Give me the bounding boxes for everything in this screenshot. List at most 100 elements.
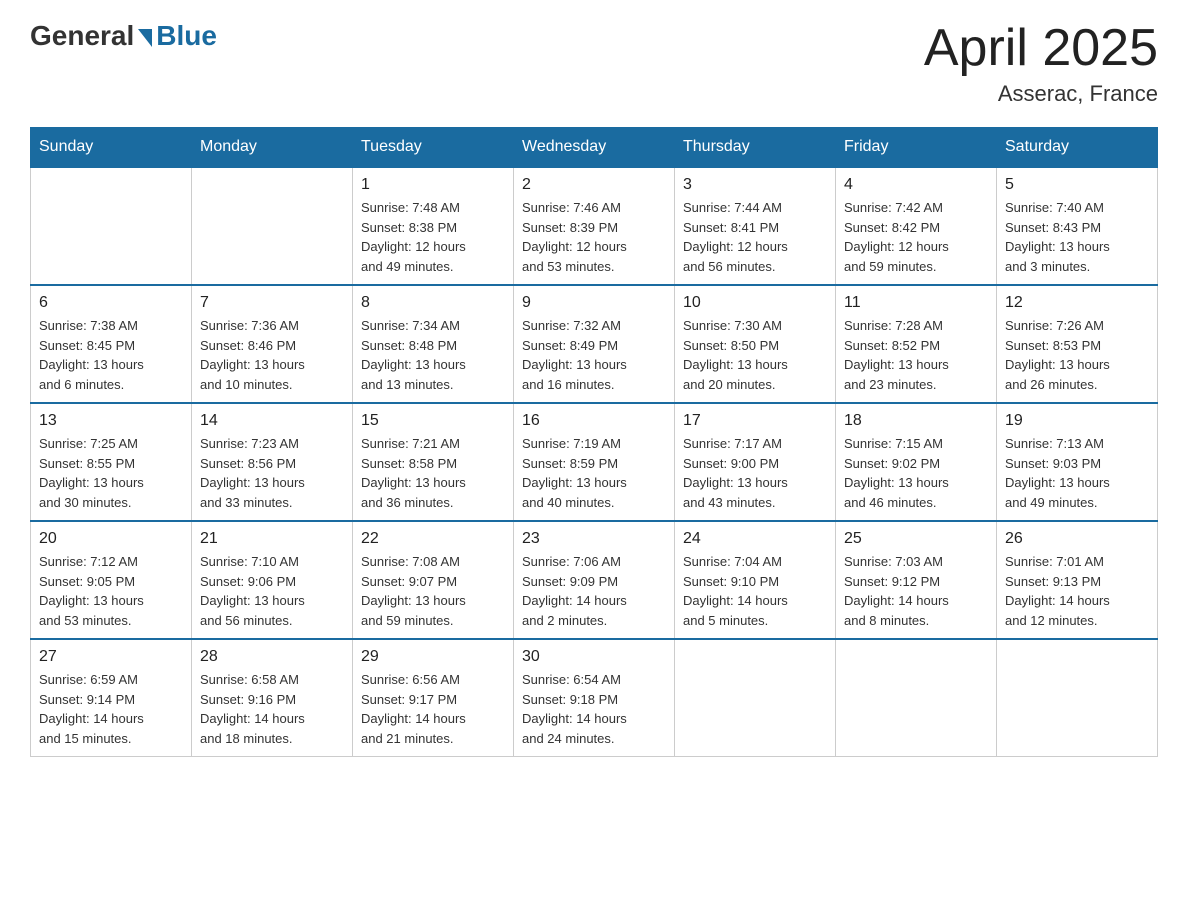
day-info: Sunrise: 7:48 AM Sunset: 8:38 PM Dayligh…	[361, 198, 505, 276]
day-info: Sunrise: 7:01 AM Sunset: 9:13 PM Dayligh…	[1005, 552, 1149, 630]
day-info: Sunrise: 7:15 AM Sunset: 9:02 PM Dayligh…	[844, 434, 988, 512]
table-row: 22 Sunrise: 7:08 AM Sunset: 9:07 PM Dayli…	[353, 521, 514, 639]
day-number: 21	[200, 530, 344, 548]
day-info: Sunrise: 7:06 AM Sunset: 9:09 PM Dayligh…	[522, 552, 666, 630]
table-row: 27Sunrise: 6:59 AM Sunset: 9:14 PM Dayli…	[31, 639, 192, 757]
day-info: Sunrise: 6:59 AM Sunset: 9:14 PM Dayligh…	[39, 670, 183, 748]
day-number: 19	[1005, 412, 1149, 430]
page-header: General Blue April 2025 Asserac, France	[30, 20, 1158, 107]
table-row: 19 Sunrise: 7:13 AM Sunset: 9:03 PM Dayli…	[997, 403, 1158, 521]
day-number: 9	[522, 294, 666, 312]
day-info: Sunrise: 7:40 AM Sunset: 8:43 PM Dayligh…	[1005, 198, 1149, 276]
day-number: 14	[200, 412, 344, 430]
day-number: 30	[522, 648, 666, 666]
day-info: Sunrise: 7:28 AM Sunset: 8:52 PM Dayligh…	[844, 316, 988, 394]
table-row: 8Sunrise: 7:34 AM Sunset: 8:48 PM Daylig…	[353, 285, 514, 403]
day-number: 18	[844, 412, 988, 430]
calendar-header-row: Sunday Monday Tuesday Wednesday Thursday…	[31, 128, 1158, 168]
day-number: 7	[200, 294, 344, 312]
day-info: Sunrise: 6:54 AM Sunset: 9:18 PM Dayligh…	[522, 670, 666, 748]
table-row: 1 Sunrise: 7:48 AM Sunset: 8:38 PM Daylig…	[353, 167, 514, 285]
month-year-title: April 2025	[924, 20, 1158, 77]
table-row	[997, 639, 1158, 757]
table-row: 20Sunrise: 7:12 AM Sunset: 9:05 PM Dayli…	[31, 521, 192, 639]
day-info: Sunrise: 7:13 AM Sunset: 9:03 PM Dayligh…	[1005, 434, 1149, 512]
table-row: 6 Sunrise: 7:38 AM Sunset: 8:45 PM Daylig…	[31, 285, 192, 403]
day-info: Sunrise: 7:23 AM Sunset: 8:56 PM Dayligh…	[200, 434, 344, 512]
day-number: 26	[1005, 530, 1149, 548]
day-info: Sunrise: 7:04 AM Sunset: 9:10 PM Dayligh…	[683, 552, 827, 630]
col-monday: Monday	[192, 128, 353, 168]
location-subtitle: Asserac, France	[924, 81, 1158, 107]
table-row: 11 Sunrise: 7:28 AM Sunset: 8:52 PM Dayli…	[836, 285, 997, 403]
day-info: Sunrise: 7:12 AM Sunset: 9:05 PM Dayligh…	[39, 552, 183, 630]
table-row: 26 Sunrise: 7:01 AM Sunset: 9:13 PM Dayli…	[997, 521, 1158, 639]
day-info: Sunrise: 7:10 AM Sunset: 9:06 PM Dayligh…	[200, 552, 344, 630]
day-number: 10	[683, 294, 827, 312]
table-row: 29 Sunrise: 6:56 AM Sunset: 9:17 PM Dayli…	[353, 639, 514, 757]
day-info: Sunrise: 7:30 AM Sunset: 8:50 PM Dayligh…	[683, 316, 827, 394]
calendar-week-row: 13 Sunrise: 7:25 AM Sunset: 8:55 PM Dayli…	[31, 403, 1158, 521]
col-tuesday: Tuesday	[353, 128, 514, 168]
day-info: Sunrise: 7:46 AM Sunset: 8:39 PM Dayligh…	[522, 198, 666, 276]
calendar-week-row: 6 Sunrise: 7:38 AM Sunset: 8:45 PM Daylig…	[31, 285, 1158, 403]
day-info: Sunrise: 7:08 AM Sunset: 9:07 PM Dayligh…	[361, 552, 505, 630]
day-number: 28	[200, 648, 344, 666]
calendar-week-row: 27Sunrise: 6:59 AM Sunset: 9:14 PM Dayli…	[31, 639, 1158, 757]
calendar-week-row: 20Sunrise: 7:12 AM Sunset: 9:05 PM Dayli…	[31, 521, 1158, 639]
table-row: 21 Sunrise: 7:10 AM Sunset: 9:06 PM Dayli…	[192, 521, 353, 639]
table-row: 3 Sunrise: 7:44 AM Sunset: 8:41 PM Daylig…	[675, 167, 836, 285]
logo-triangle-icon	[138, 29, 152, 47]
day-number: 4	[844, 176, 988, 194]
table-row: 18 Sunrise: 7:15 AM Sunset: 9:02 PM Dayli…	[836, 403, 997, 521]
col-saturday: Saturday	[997, 128, 1158, 168]
day-info: Sunrise: 7:26 AM Sunset: 8:53 PM Dayligh…	[1005, 316, 1149, 394]
day-number: 13	[39, 412, 183, 430]
col-friday: Friday	[836, 128, 997, 168]
day-number: 17	[683, 412, 827, 430]
table-row: 7 Sunrise: 7:36 AM Sunset: 8:46 PM Daylig…	[192, 285, 353, 403]
day-info: Sunrise: 7:19 AM Sunset: 8:59 PM Dayligh…	[522, 434, 666, 512]
day-info: Sunrise: 6:58 AM Sunset: 9:16 PM Dayligh…	[200, 670, 344, 748]
calendar-table: Sunday Monday Tuesday Wednesday Thursday…	[30, 127, 1158, 757]
day-info: Sunrise: 7:44 AM Sunset: 8:41 PM Dayligh…	[683, 198, 827, 276]
day-info: Sunrise: 7:36 AM Sunset: 8:46 PM Dayligh…	[200, 316, 344, 394]
day-number: 22	[361, 530, 505, 548]
day-number: 5	[1005, 176, 1149, 194]
col-sunday: Sunday	[31, 128, 192, 168]
day-info: Sunrise: 7:25 AM Sunset: 8:55 PM Dayligh…	[39, 434, 183, 512]
table-row: 17Sunrise: 7:17 AM Sunset: 9:00 PM Dayli…	[675, 403, 836, 521]
table-row: 12Sunrise: 7:26 AM Sunset: 8:53 PM Dayli…	[997, 285, 1158, 403]
day-number: 1	[361, 176, 505, 194]
table-row: 23 Sunrise: 7:06 AM Sunset: 9:09 PM Dayli…	[514, 521, 675, 639]
day-number: 6	[39, 294, 183, 312]
table-row: 25 Sunrise: 7:03 AM Sunset: 9:12 PM Dayli…	[836, 521, 997, 639]
day-number: 11	[844, 294, 988, 312]
day-number: 8	[361, 294, 505, 312]
table-row: 5 Sunrise: 7:40 AM Sunset: 8:43 PM Daylig…	[997, 167, 1158, 285]
logo-general-text: General	[30, 20, 134, 52]
col-wednesday: Wednesday	[514, 128, 675, 168]
table-row	[192, 167, 353, 285]
day-info: Sunrise: 6:56 AM Sunset: 9:17 PM Dayligh…	[361, 670, 505, 748]
day-info: Sunrise: 7:03 AM Sunset: 9:12 PM Dayligh…	[844, 552, 988, 630]
day-info: Sunrise: 7:38 AM Sunset: 8:45 PM Dayligh…	[39, 316, 183, 394]
table-row: 30 Sunrise: 6:54 AM Sunset: 9:18 PM Dayli…	[514, 639, 675, 757]
title-section: April 2025 Asserac, France	[924, 20, 1158, 107]
table-row: 4 Sunrise: 7:42 AM Sunset: 8:42 PM Daylig…	[836, 167, 997, 285]
table-row	[675, 639, 836, 757]
day-number: 23	[522, 530, 666, 548]
day-number: 25	[844, 530, 988, 548]
day-number: 16	[522, 412, 666, 430]
day-number: 3	[683, 176, 827, 194]
col-thursday: Thursday	[675, 128, 836, 168]
day-info: Sunrise: 7:42 AM Sunset: 8:42 PM Dayligh…	[844, 198, 988, 276]
day-number: 2	[522, 176, 666, 194]
table-row: 9Sunrise: 7:32 AM Sunset: 8:49 PM Daylig…	[514, 285, 675, 403]
day-number: 29	[361, 648, 505, 666]
table-row: 16 Sunrise: 7:19 AM Sunset: 8:59 PM Dayli…	[514, 403, 675, 521]
calendar-week-row: 1 Sunrise: 7:48 AM Sunset: 8:38 PM Daylig…	[31, 167, 1158, 285]
table-row: 24Sunrise: 7:04 AM Sunset: 9:10 PM Dayli…	[675, 521, 836, 639]
day-info: Sunrise: 7:21 AM Sunset: 8:58 PM Dayligh…	[361, 434, 505, 512]
table-row: 2 Sunrise: 7:46 AM Sunset: 8:39 PM Daylig…	[514, 167, 675, 285]
